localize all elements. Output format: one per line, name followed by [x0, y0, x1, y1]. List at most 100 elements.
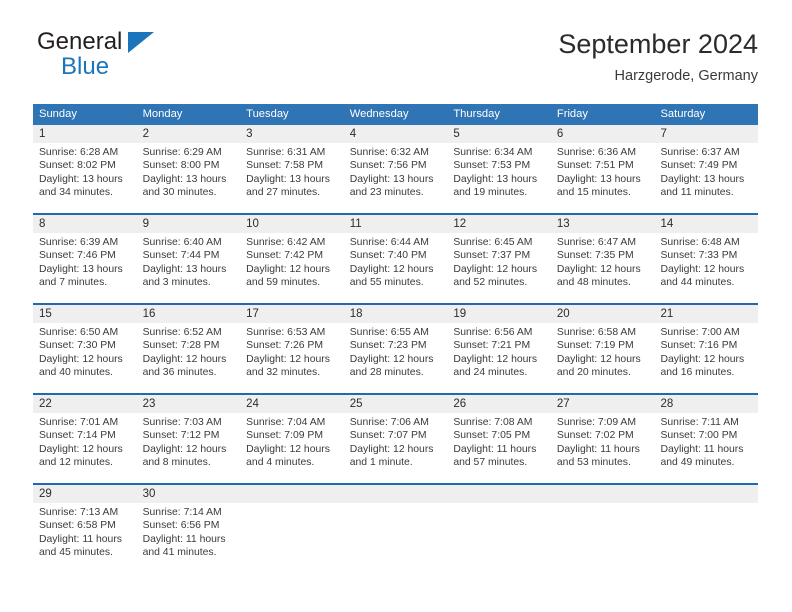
day-daylight-line-text: and 53 minutes. [556, 457, 631, 469]
day-number[interactable] [654, 485, 758, 503]
general-blue-logo[interactable]: General Blue [33, 28, 263, 86]
day-sunset-text: Sunset: 7:46 PM [39, 250, 116, 262]
day-cell[interactable]: Sunrise: 6:48 AM Sunset: 7:33 PM Daylight:… [654, 233, 758, 303]
day-sunrise-text: Sunrise: 7:01 AM [39, 417, 119, 428]
day-cell[interactable]: Sunrise: 6:42 AM Sunset: 7:42 PM Daylight:… [240, 233, 344, 303]
day-number[interactable]: 7 [654, 125, 758, 143]
day-number[interactable]: 12 [447, 215, 551, 233]
day-cell[interactable]: Sunrise: 7:08 AM Sunset: 7:05 PM Daylight:… [447, 413, 551, 483]
day-number[interactable] [344, 485, 448, 503]
day-number[interactable]: 18 [344, 305, 448, 323]
day-number[interactable]: 9 [137, 215, 241, 233]
day-number[interactable]: 25 [344, 395, 448, 413]
day-cell[interactable]: Sunrise: 6:29 AM Sunset: 8:00 PM Daylight:… [137, 143, 241, 213]
day-cell[interactable]: Sunrise: 7:00 AM Sunset: 7:16 PM Daylight:… [654, 323, 758, 393]
day-daylight-line-text: and 30 minutes. [142, 187, 217, 199]
day-cell[interactable]: Sunrise: 6:56 AM Sunset: 7:21 PM Daylight:… [447, 323, 551, 393]
day-cell[interactable]: Sunrise: 7:04 AM Sunset: 7:09 PM Daylight:… [240, 413, 344, 483]
day-cell[interactable]: Sunrise: 6:34 AM Sunset: 7:53 PM Daylight:… [447, 143, 551, 213]
day-number[interactable]: 14 [654, 215, 758, 233]
day-number[interactable]: 5 [447, 125, 551, 143]
day-number[interactable] [447, 485, 551, 503]
day-cell[interactable]: Sunrise: 7:03 AM Sunset: 7:12 PM Daylight:… [137, 413, 241, 483]
day-cell[interactable]: Sunrise: 7:11 AM Sunset: 7:00 PM Daylight:… [654, 413, 758, 483]
day-cell[interactable]: Sunrise: 6:32 AM Sunset: 7:56 PM Daylight:… [344, 143, 448, 213]
day-cell[interactable]: Sunrise: 6:31 AM Sunset: 7:58 PM Daylight:… [240, 143, 344, 213]
day-cell[interactable]: Sunrise: 6:45 AM Sunset: 7:37 PM Daylight:… [447, 233, 551, 303]
day-daylight-line-text: Daylight: 12 hours [246, 443, 330, 455]
day-cell[interactable]: Sunrise: 6:28 AM Sunset: 8:02 PM Daylight:… [33, 143, 137, 213]
day-number[interactable]: 27 [551, 395, 655, 413]
day-sunrise-text: Sunrise: 7:03 AM [142, 417, 222, 428]
day-number[interactable] [240, 485, 344, 503]
day-number[interactable]: 24 [240, 395, 344, 413]
day-cell[interactable]: Sunrise: 6:36 AM Sunset: 7:51 PM Daylight:… [551, 143, 655, 213]
day-cell[interactable]: Sunrise: 7:14 AM Sunset: 6:56 PM Daylight:… [137, 503, 241, 573]
day-cell[interactable]: Sunrise: 6:50 AM Sunset: 7:30 PM Daylight:… [33, 323, 137, 393]
day-number[interactable]: 15 [33, 305, 137, 323]
day-daylight-line-text: and 55 minutes. [349, 277, 424, 289]
day-cell[interactable]: Sunrise: 7:09 AM Sunset: 7:02 PM Daylight:… [551, 413, 655, 483]
day-cell[interactable]: Sunrise: 6:37 AM Sunset: 7:49 PM Daylight:… [654, 143, 758, 213]
day-sunset-text: Sunset: 6:56 PM [142, 520, 220, 532]
day-cell[interactable]: Sunrise: 6:53 AM Sunset: 7:26 PM Daylight:… [240, 323, 344, 393]
day-sunset-text: Sunset: 7:07 PM [349, 430, 427, 442]
day-number[interactable]: 28 [654, 395, 758, 413]
day-cell[interactable]: Sunrise: 6:52 AM Sunset: 7:28 PM Daylight:… [137, 323, 241, 393]
day-daylight-line-text: and 57 minutes. [453, 457, 528, 469]
day-number[interactable]: 3 [240, 125, 344, 143]
day-number[interactable]: 23 [137, 395, 241, 413]
day-number-band: 8 9 10 11 12 13 14 [33, 215, 758, 233]
day-number[interactable]: 4 [344, 125, 448, 143]
day-cell[interactable]: Sunrise: 6:40 AM Sunset: 7:44 PM Daylight:… [137, 233, 241, 303]
day-detail-band: Sunrise: 6:50 AM Sunset: 7:30 PM Daylight:… [33, 323, 758, 393]
page-title: September 2024 [558, 29, 758, 59]
day-daylight-line-text: Daylight: 12 hours [556, 263, 641, 275]
day-number[interactable]: 19 [447, 305, 551, 323]
day-cell[interactable] [240, 503, 344, 573]
day-cell[interactable]: Sunrise: 6:58 AM Sunset: 7:19 PM Daylight:… [551, 323, 655, 393]
day-cell[interactable]: Sunrise: 6:39 AM Sunset: 7:46 PM Daylight:… [33, 233, 137, 303]
day-cell[interactable]: Sunrise: 6:44 AM Sunset: 7:40 PM Daylight:… [344, 233, 448, 303]
day-sunset-text: Sunset: 7:30 PM [39, 340, 116, 352]
day-number[interactable]: 2 [137, 125, 241, 143]
day-cell[interactable] [654, 503, 758, 573]
day-number[interactable]: 8 [33, 215, 137, 233]
day-sunset-text: Sunset: 7:21 PM [453, 340, 531, 352]
day-daylight-line-text: Daylight: 12 hours [39, 353, 123, 365]
day-daylight-line-text: and 1 minute. [349, 457, 413, 469]
day-number[interactable]: 20 [551, 305, 655, 323]
day-number[interactable]: 10 [240, 215, 344, 233]
day-number[interactable]: 13 [551, 215, 655, 233]
day-cell[interactable]: Sunrise: 7:06 AM Sunset: 7:07 PM Daylight:… [344, 413, 448, 483]
day-cell[interactable] [551, 503, 655, 573]
day-cell[interactable]: Sunrise: 7:01 AM Sunset: 7:14 PM Daylight:… [33, 413, 137, 483]
day-number[interactable]: 16 [137, 305, 241, 323]
day-sunset-text: Sunset: 7:33 PM [660, 250, 738, 262]
day-sunset-text: Sunset: 7:37 PM [453, 250, 531, 262]
day-sunrise-text: Sunrise: 6:29 AM [142, 147, 222, 158]
day-number[interactable]: 1 [33, 125, 137, 143]
day-number[interactable]: 29 [33, 485, 137, 503]
day-sunset-text: Sunset: 8:02 PM [39, 160, 116, 172]
day-number[interactable]: 30 [137, 485, 241, 503]
day-sunset-text: Sunset: 7:05 PM [453, 430, 531, 442]
day-cell[interactable]: Sunrise: 7:13 AM Sunset: 6:58 PM Daylight:… [33, 503, 137, 573]
day-cell[interactable]: Sunrise: 6:47 AM Sunset: 7:35 PM Daylight:… [551, 233, 655, 303]
day-number[interactable]: 21 [654, 305, 758, 323]
day-number[interactable]: 26 [447, 395, 551, 413]
day-number[interactable] [551, 485, 655, 503]
day-cell[interactable] [344, 503, 448, 573]
day-number[interactable]: 22 [33, 395, 137, 413]
day-number[interactable]: 17 [240, 305, 344, 323]
day-number[interactable]: 11 [344, 215, 448, 233]
day-detail-band: Sunrise: 7:13 AM Sunset: 6:58 PM Daylight:… [33, 503, 758, 573]
day-daylight-line-text: and 59 minutes. [246, 277, 321, 289]
day-cell[interactable] [447, 503, 551, 573]
day-daylight-line-text: Daylight: 13 hours [39, 263, 123, 275]
day-sunset-text: Sunset: 7:42 PM [246, 250, 323, 262]
day-sunset-text: Sunset: 7:44 PM [142, 250, 220, 262]
day-cell[interactable]: Sunrise: 6:55 AM Sunset: 7:23 PM Daylight:… [344, 323, 448, 393]
day-number[interactable]: 6 [551, 125, 655, 143]
day-daylight-line-text: Daylight: 11 hours [142, 533, 226, 545]
